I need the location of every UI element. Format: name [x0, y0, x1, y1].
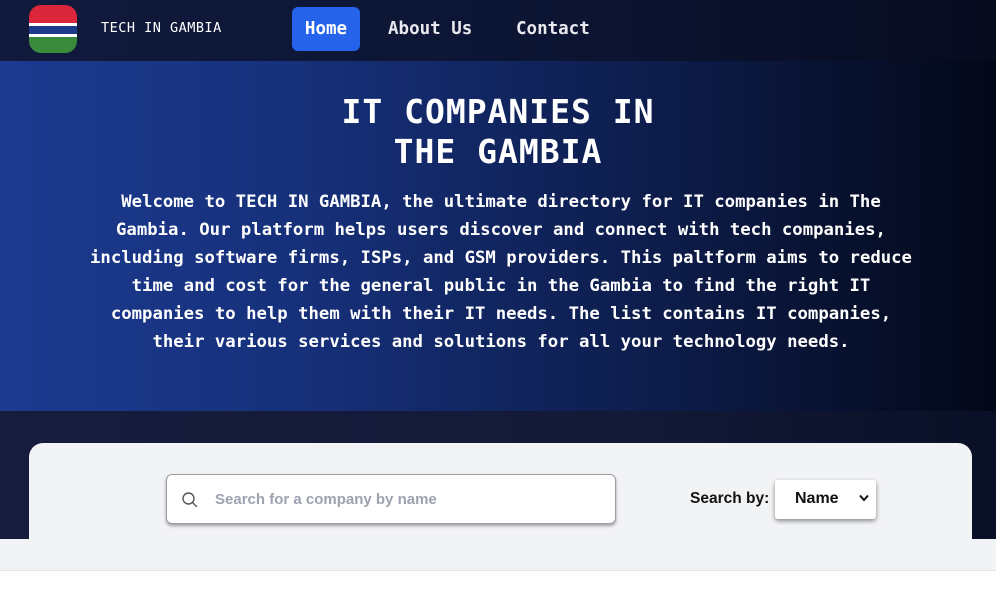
chevron-down-icon [859, 494, 869, 502]
gambia-flag-icon[interactable] [29, 5, 77, 53]
navbar: TECH IN GAMBIA Home About Us Contact [0, 0, 996, 61]
search-icon [182, 492, 198, 508]
hero-section: IT COMPANIES IN THE GAMBIA Welcome to TE… [0, 61, 996, 411]
hero-title-line-2: THE GAMBIA [393, 132, 603, 171]
hero-description: Welcome to TECH IN GAMBIA, the ultimate … [90, 192, 912, 352]
search-by-selected-value: Name [795, 490, 839, 507]
nav-about-link[interactable]: About Us [388, 7, 472, 51]
brand-name[interactable]: TECH IN GAMBIA [101, 20, 222, 36]
hero-title-line-1: IT COMPANIES IN [341, 92, 655, 131]
nav-contact-link[interactable]: Contact [516, 7, 590, 51]
search-box[interactable] [166, 474, 616, 524]
search-by-label: Search by: [690, 490, 770, 507]
nav-home-link[interactable]: Home [292, 7, 360, 51]
search-input[interactable] [215, 475, 605, 523]
content-area [0, 539, 996, 571]
hero-title: IT COMPANIES IN THE GAMBIA [0, 92, 996, 172]
search-by-select[interactable]: Name [775, 480, 876, 519]
